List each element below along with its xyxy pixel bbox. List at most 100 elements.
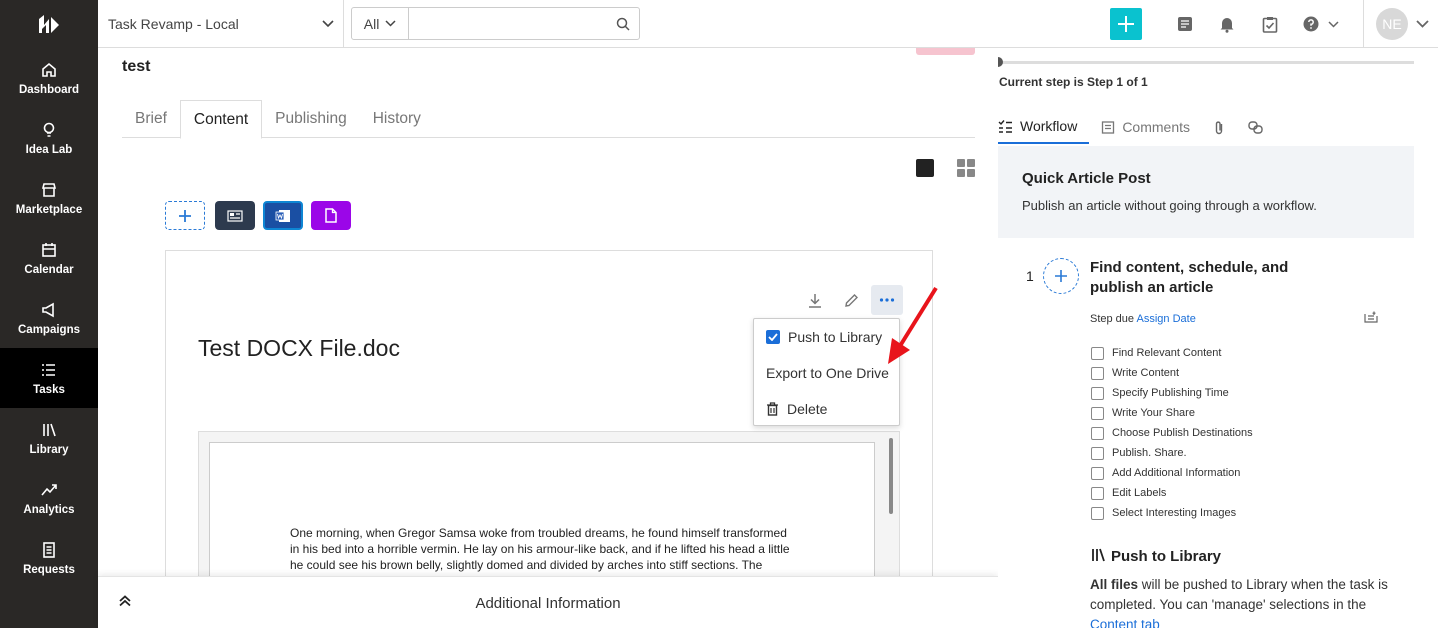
- assign-date-link[interactable]: Assign Date: [1137, 313, 1196, 325]
- grid-view-toggle[interactable]: [957, 159, 975, 177]
- help-menu-button[interactable]: [1303, 14, 1339, 34]
- tab-history[interactable]: History: [360, 100, 434, 138]
- menu-item-label: Push to Library: [788, 329, 883, 345]
- tab-label: Comments: [1122, 119, 1190, 135]
- step-due: Step due Assign Date: [1090, 313, 1196, 325]
- menu-item-delete[interactable]: Delete: [754, 391, 899, 427]
- checklist-item[interactable]: Add Additional Information: [1091, 463, 1253, 483]
- status-badge: [916, 48, 975, 55]
- add-article-button[interactable]: [215, 201, 255, 230]
- task-title: test: [122, 58, 151, 75]
- content-tab-link[interactable]: Content tab: [1090, 617, 1160, 628]
- sidebar-item-campaigns[interactable]: Campaigns: [0, 288, 98, 348]
- add-step-assignee-button[interactable]: [1043, 258, 1079, 294]
- edit-button[interactable]: [835, 285, 867, 315]
- sidebar-item-idea-lab[interactable]: Idea Lab: [0, 108, 98, 168]
- menu-item-label: Export to One Drive: [766, 365, 889, 381]
- content-card: Test DOCX File.doc One morning, when Gre…: [165, 250, 933, 628]
- topbar-divider: [343, 0, 344, 48]
- lightbulb-icon: [43, 122, 55, 137]
- pencil-icon: [844, 293, 858, 307]
- menu-item-label: Delete: [787, 401, 828, 417]
- workflow-summary: Quick Article Post Publish an article wi…: [998, 146, 1414, 238]
- push-to-library-title: Push to Library: [1111, 548, 1222, 565]
- checkbox-checked-icon[interactable]: [766, 330, 780, 344]
- create-button[interactable]: [1110, 8, 1142, 40]
- list-icon: [42, 363, 55, 376]
- notes-icon: [1178, 17, 1192, 31]
- trash-icon: [767, 402, 778, 416]
- checklist-item[interactable]: Select Interesting Images: [1091, 503, 1253, 523]
- user-avatar[interactable]: NE: [1376, 8, 1408, 40]
- tab-comments[interactable]: Comments: [1089, 110, 1202, 144]
- chevron-down-icon: [385, 20, 396, 27]
- checkbox[interactable]: [1091, 506, 1104, 520]
- checklist-item[interactable]: Edit Labels: [1091, 483, 1253, 503]
- search-button[interactable]: [606, 8, 639, 39]
- tab-links[interactable]: [1236, 110, 1275, 144]
- sidebar-item-library[interactable]: Library: [0, 408, 98, 468]
- checklist-item[interactable]: Choose Publish Destinations: [1091, 423, 1253, 443]
- checklist-item[interactable]: Write Content: [1091, 363, 1253, 383]
- checkbox[interactable]: [1091, 486, 1104, 500]
- project-select[interactable]: Task Revamp - Local: [108, 12, 334, 36]
- search-scope-select[interactable]: All: [352, 8, 410, 39]
- step-progress: [998, 57, 1414, 67]
- store-icon: [41, 182, 57, 197]
- add-note-button[interactable]: [1364, 311, 1379, 329]
- topbar-divider: [1363, 0, 1364, 48]
- checkbox[interactable]: [1091, 386, 1104, 400]
- checklist-item[interactable]: Find Relevant Content: [1091, 343, 1253, 363]
- panel-tabs: Workflow Comments: [998, 110, 1414, 144]
- tab-label: Workflow: [1020, 118, 1078, 134]
- preview-scrollbar[interactable]: [889, 438, 893, 514]
- megaphone-icon: [42, 302, 54, 317]
- additional-info-bar[interactable]: Additional Information: [98, 576, 998, 628]
- checkbox[interactable]: [1091, 446, 1104, 460]
- notes-button[interactable]: [1175, 14, 1195, 34]
- workflow-panel: Current step is Step 1 of 1 Workflow Com…: [998, 48, 1438, 628]
- word-icon: [275, 209, 290, 222]
- topbar: Task Revamp - Local All NE: [98, 0, 1438, 48]
- tab-publishing[interactable]: Publishing: [262, 100, 360, 138]
- user-menu-chevron[interactable]: [1412, 14, 1432, 34]
- help-icon: [1303, 16, 1319, 32]
- sidebar-item-requests[interactable]: Requests: [0, 528, 98, 588]
- step-due-label: Step due: [1090, 313, 1135, 325]
- sidebar-item-analytics[interactable]: Analytics: [0, 468, 98, 528]
- calendar-icon: [42, 242, 56, 257]
- sidebar-item-label: Calendar: [24, 263, 74, 276]
- main-content: test Brief Content Publishing History Te…: [98, 48, 998, 628]
- current-step-label: Current step is Step 1 of 1: [999, 75, 1148, 89]
- sidebar-item-marketplace[interactable]: Marketplace: [0, 168, 98, 228]
- checkbox[interactable]: [1091, 406, 1104, 420]
- sidebar-item-tasks[interactable]: Tasks: [0, 348, 98, 408]
- tab-workflow[interactable]: Workflow: [998, 110, 1090, 144]
- sidebar-item-dashboard[interactable]: Dashboard: [0, 48, 98, 108]
- sidebar-item-calendar[interactable]: Calendar: [0, 228, 98, 288]
- checkbox[interactable]: [1091, 426, 1104, 440]
- plus-icon: [1118, 16, 1134, 32]
- single-view-toggle[interactable]: [916, 159, 934, 177]
- add-content-button[interactable]: [165, 201, 205, 230]
- checklist-item[interactable]: Specify Publishing Time: [1091, 383, 1253, 403]
- notifications-button[interactable]: [1217, 14, 1237, 34]
- checkbox[interactable]: [1091, 466, 1104, 480]
- checkbox[interactable]: [1091, 366, 1104, 380]
- checklist-item[interactable]: Write Your Share: [1091, 403, 1253, 423]
- app-logo[interactable]: [0, 0, 98, 48]
- step-checklist: Find Relevant Content Write Content Spec…: [1091, 343, 1253, 523]
- download-icon: [809, 293, 821, 308]
- sidebar-item-label: Dashboard: [18, 83, 80, 96]
- search-input[interactable]: [409, 8, 607, 39]
- download-button[interactable]: [799, 285, 831, 315]
- add-word-doc-button[interactable]: [263, 201, 303, 230]
- document-icon: [43, 541, 55, 558]
- tab-attachments[interactable]: [1202, 110, 1236, 144]
- tasks-check-button[interactable]: [1260, 14, 1280, 34]
- tab-brief[interactable]: Brief: [122, 100, 180, 138]
- tab-content[interactable]: Content: [179, 100, 263, 139]
- checklist-item[interactable]: Publish. Share.: [1091, 443, 1253, 463]
- checkbox[interactable]: [1091, 346, 1104, 360]
- add-document-button[interactable]: [311, 201, 351, 230]
